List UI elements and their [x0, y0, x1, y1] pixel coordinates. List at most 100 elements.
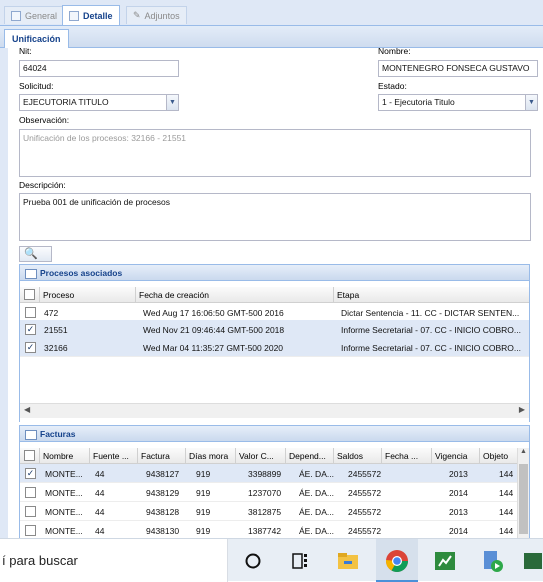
windows-taskbar: í para buscar — [0, 538, 543, 582]
cell-objeto: 144 — [499, 526, 514, 536]
cell-nombre: MONTE... — [45, 507, 83, 517]
procesos-panel-header[interactable]: Procesos asociados — [19, 264, 530, 281]
chevron-down-icon[interactable]: ▼ — [166, 95, 178, 110]
col-fuente[interactable]: Fuente ... — [90, 448, 138, 464]
row-checkbox[interactable]: ✓ — [25, 324, 36, 335]
descripcion-label: Descripción: — [19, 180, 66, 190]
row-checkbox[interactable] — [25, 525, 36, 536]
col-valor[interactable]: Valor C... — [236, 448, 286, 464]
cell-dias-mora: 919 — [196, 507, 211, 517]
tab-unificacion[interactable]: Unificación — [4, 29, 69, 48]
estado-value: 1 - Ejecutoria Titulo — [382, 97, 455, 107]
table-row[interactable]: MONTE... 44 9438128 919 3812875 ÁE. DA..… — [20, 502, 529, 521]
scroll-left-icon[interactable]: ◀ — [24, 405, 30, 414]
search-button[interactable]: 🔍 — [19, 246, 52, 262]
cell-factura: 9438128 — [146, 507, 180, 517]
paperclip-icon: ✎ — [133, 10, 141, 20]
table-row[interactable]: MONTE... 44 9438130 919 1387742 ÁE. DA..… — [20, 521, 529, 538]
top-tab-bar: General Detalle ✎ Adjuntos — [0, 0, 543, 26]
cell-factura: 9438129 — [146, 488, 180, 498]
cell-valor: 1387742 — [248, 526, 282, 536]
select-all-checkbox[interactable] — [20, 448, 40, 464]
cell-dependencia: ÁE. DA... — [299, 469, 334, 479]
scroll-thumb[interactable] — [519, 464, 528, 534]
procesos-grid: Proceso Fecha de creación Etapa 472 Wed … — [19, 281, 530, 422]
col-etapa[interactable]: Etapa — [334, 287, 531, 303]
col-nombre[interactable]: Nombre — [40, 448, 90, 464]
estado-label: Estado: — [378, 81, 407, 91]
observacion-field[interactable]: Unificación de los procesos: 32166 - 215… — [19, 129, 531, 177]
col-saldos[interactable]: Saldos — [334, 448, 382, 464]
table-row[interactable]: ✓ MONTE... 44 9438127 919 3398899 ÁE. DA… — [20, 464, 529, 483]
row-checkbox[interactable] — [25, 307, 36, 318]
cell-dias-mora: 919 — [196, 488, 211, 498]
vertical-scrollbar[interactable]: ▲ — [517, 448, 529, 538]
table-row[interactable]: ✓ 32166 Wed Mar 04 11:35:27 GMT-500 2020… — [20, 338, 529, 357]
sub-tab-bar: Unificación — [0, 26, 543, 48]
col-objeto[interactable]: Objeto — [480, 448, 519, 464]
cell-nombre: MONTE... — [45, 526, 83, 536]
tab-general[interactable]: General — [4, 6, 65, 24]
cell-vigencia: 2013 — [449, 507, 468, 517]
spreadsheet-app-icon[interactable] — [432, 548, 458, 574]
nombre-field[interactable]: MONTENEGRO FONSECA GUSTAVO — [378, 60, 538, 77]
col-fecha-creacion[interactable]: Fecha de creación — [136, 287, 334, 303]
scroll-up-icon[interactable]: ▲ — [520, 448, 527, 455]
col-fecha[interactable]: Fecha ... — [382, 448, 432, 464]
cortana-circle-icon[interactable] — [240, 548, 266, 574]
horizontal-scrollbar[interactable]: ◀ ▶ — [20, 403, 529, 418]
scroll-right-icon[interactable]: ▶ — [519, 405, 525, 414]
col-factura[interactable]: Factura — [138, 448, 186, 464]
row-checkbox[interactable] — [25, 506, 36, 517]
procesos-grid-header: Proceso Fecha de creación Etapa — [20, 287, 529, 303]
row-checkbox[interactable]: ✓ — [25, 468, 36, 479]
nombre-label: Nombre: — [378, 46, 411, 56]
taskbar-search-box[interactable]: í para buscar — [0, 539, 228, 582]
row-checkbox[interactable]: ✓ — [25, 342, 36, 353]
cell-dependencia: ÁE. DA... — [299, 526, 334, 536]
cell-nombre: MONTE... — [45, 469, 83, 479]
cell-fecha — [385, 483, 432, 502]
file-explorer-icon[interactable] — [335, 548, 361, 574]
select-all-checkbox[interactable] — [20, 287, 40, 303]
cell-dependencia: ÁE. DA... — [299, 507, 334, 517]
media-app-icon[interactable] — [479, 548, 505, 574]
tab-adjuntos[interactable]: ✎ Adjuntos — [126, 6, 187, 24]
facturas-panel-header[interactable]: Facturas — [19, 425, 530, 442]
chevron-down-icon[interactable]: ▼ — [525, 95, 537, 110]
col-dependencia[interactable]: Depend... — [286, 448, 334, 464]
cell-factura: 9438127 — [146, 469, 180, 479]
col-vigencia[interactable]: Vigencia — [432, 448, 480, 464]
tab-detalle-label: Detalle — [83, 10, 113, 21]
cell-saldos: 2455572 — [348, 507, 382, 517]
cell-fecha: Wed Nov 21 09:46:44 GMT-500 2018 — [143, 325, 285, 335]
col-dias-mora[interactable]: Días mora — [186, 448, 236, 464]
estado-select[interactable]: 1 - Ejecutoria Titulo ▼ — [378, 94, 538, 111]
descripcion-field[interactable]: Prueba 001 de unificación de procesos — [19, 193, 531, 241]
cell-objeto: 144 — [499, 507, 514, 517]
table-row[interactable]: MONTE... 44 9438129 919 1237070 ÁE. DA..… — [20, 483, 529, 502]
cell-fuente: 44 — [95, 507, 105, 517]
cell-vigencia: 2013 — [449, 469, 468, 479]
task-view-icon[interactable] — [287, 548, 313, 574]
nit-field[interactable]: 64024 — [19, 60, 179, 77]
grid-icon — [69, 10, 79, 21]
cell-dias-mora: 919 — [196, 469, 211, 479]
cell-fuente: 44 — [95, 526, 105, 536]
cell-proceso: 32166 — [44, 343, 68, 353]
tab-general-label: General — [25, 10, 58, 21]
solicitud-select[interactable]: EJECUTORIA TITULO ▼ — [19, 94, 179, 111]
app-icon[interactable] — [522, 548, 543, 574]
cell-fuente: 44 — [95, 469, 105, 479]
cell-valor: 1237070 — [248, 488, 282, 498]
cell-valor: 3398899 — [248, 469, 282, 479]
tab-detalle[interactable]: Detalle — [62, 5, 120, 25]
row-checkbox[interactable] — [25, 487, 36, 498]
table-row[interactable]: ✓ 21551 Wed Nov 21 09:46:44 GMT-500 2018… — [20, 320, 529, 339]
col-proceso[interactable]: Proceso — [40, 287, 136, 303]
chrome-icon[interactable] — [384, 548, 410, 574]
cell-saldos: 2455572 — [348, 526, 382, 536]
cell-vigencia: 2014 — [449, 488, 468, 498]
cell-fecha — [385, 521, 432, 538]
nit-label: Nit: — [19, 46, 32, 56]
